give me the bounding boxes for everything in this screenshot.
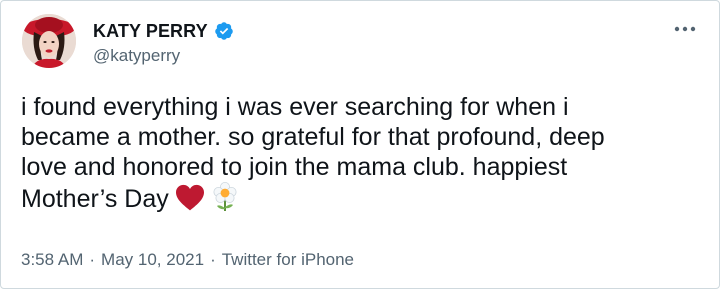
avatar[interactable] [22,14,76,68]
tweet-card: KATY PERRY @katyperry i found everything… [0,0,720,289]
avatar-image [22,14,76,68]
tweet-meta: 3:58 AM · May 10, 2021 · Twitter for iPh… [21,250,354,270]
tweet-time[interactable]: 3:58 AM [21,250,83,270]
tweet-text-line: became a mother. so grateful for that pr… [21,123,605,151]
tweet-date[interactable]: May 10, 2021 [101,250,204,270]
tweet-source[interactable]: Twitter for iPhone [222,250,354,270]
tweet-text: i found everything i was ever searching … [21,92,681,219]
tweet-text-line: love and honored to join the mama club. … [21,153,568,181]
more-options-button[interactable] [673,17,697,41]
tweet-text-line: i found everything i was ever searching … [21,93,569,121]
verified-badge-icon [214,21,234,41]
red-heart-emoji [175,184,205,219]
author-display-name[interactable]: KATY PERRY [93,21,208,42]
meta-separator: · [210,250,216,269]
meta-separator: · [89,250,96,269]
author-name-row: KATY PERRY [93,20,234,42]
more-options-icon [674,26,696,32]
blossom-emoji [211,182,239,219]
author-handle[interactable]: @katyperry [93,46,180,66]
tweet-text-line: Mother’s Day [21,185,169,213]
